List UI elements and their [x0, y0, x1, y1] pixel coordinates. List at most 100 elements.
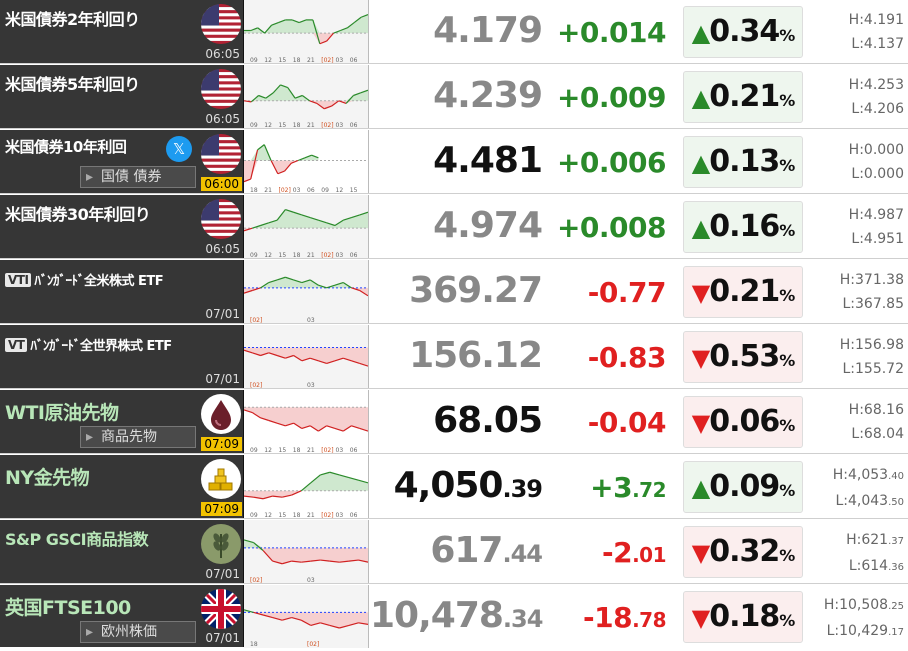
price: 4.239 — [433, 75, 543, 116]
change: +0.014 — [556, 16, 667, 49]
instrument-cell[interactable]: WTI原油先物 商品先物 07:09 — [0, 390, 244, 453]
market-row-us5y[interactable]: 米国債券5年利回り 06:05 09 12 15 18 21 [02] 03 06 4.239… — [0, 65, 908, 129]
market-row-ftse[interactable]: 英国FTSE100 欧州株価 07/01 18 [02] 10,478.34 -1… — [0, 585, 908, 648]
percent-value: 0.18 — [709, 599, 780, 634]
chart-axis-label: 06 — [350, 512, 358, 518]
instrument-name[interactable]: NY金先物 — [5, 463, 90, 490]
up-arrow-icon: ▲ — [691, 149, 710, 177]
chart-axis-label: 12 — [264, 122, 272, 128]
high-value: H:4.253 — [848, 77, 904, 93]
update-time: 07/01 — [205, 372, 240, 386]
oil-drop-icon — [201, 394, 241, 434]
market-row-us2y[interactable]: 米国債券2年利回り 06:05 09 12 15 18 21 [02] 03 06 4.179… — [0, 0, 908, 64]
instrument-cell[interactable]: 米国債券30年利回り 06:05 — [0, 195, 244, 258]
market-row-vti[interactable]: VTI ﾊﾞﾝｶﾞｰﾄﾞ全米株式 ETF 07/01 [02] 03 369.27 … — [0, 260, 908, 324]
instrument-name[interactable]: 米国債券10年利回 — [5, 136, 127, 157]
percent-change-box: ▼0.06% — [683, 396, 803, 448]
update-time: 06:05 — [205, 47, 240, 61]
percent-value: 0.16 — [709, 209, 780, 244]
percent-value: 0.34 — [709, 14, 780, 49]
chart-axis-label: 21 — [307, 512, 315, 518]
change: +0.006 — [556, 146, 667, 179]
instrument-cell[interactable]: VT ﾊﾞﾝｶﾞｰﾄﾞ全世界株式 ETF 07/01 — [0, 325, 244, 388]
instrument-name[interactable]: VTI ﾊﾞﾝｶﾞｰﾄﾞ全米株式 ETF — [5, 270, 164, 289]
sparkline-fill — [244, 287, 368, 296]
instrument-cell[interactable]: 米国債券5年利回り 06:05 — [0, 65, 244, 128]
percent-change-box: ▲0.34% — [683, 6, 803, 58]
high-value: H:68.16 — [848, 402, 904, 418]
high-value: H:4,053.40 — [832, 467, 904, 483]
chart-axis-label: 21 — [264, 187, 272, 193]
down-arrow-icon: ▼ — [691, 344, 710, 372]
up-arrow-icon: ▲ — [691, 474, 710, 502]
category-button[interactable]: 商品先物 — [80, 426, 196, 448]
sparkline-fill — [244, 539, 368, 548]
ticker-tag: VTI — [5, 273, 32, 287]
market-row-gsci[interactable]: S&P GSCI商品指数 07/01 [02] 03 617.44 -2.01 ▼… — [0, 520, 908, 584]
category-button[interactable]: 欧州株価 — [80, 621, 196, 643]
chart-axis-label: 03 — [293, 187, 301, 193]
high-low: H:4.191 L:4.137 — [849, 8, 904, 56]
instrument-cell[interactable]: 米国債券2年利回り 06:05 — [0, 0, 244, 63]
mini-chart[interactable]: 09 12 15 18 21 [02] 03 06 — [243, 195, 369, 259]
instrument-name[interactable]: 米国債券5年利回り — [5, 71, 140, 95]
mini-chart[interactable]: 09 12 15 18 21 [02] 03 06 — [243, 65, 369, 129]
low-value: L:4.951 — [851, 231, 904, 247]
instrument-name[interactable]: S&P GSCI商品指数 — [5, 526, 149, 550]
instrument-cell[interactable]: VTI ﾊﾞﾝｶﾞｰﾄﾞ全米株式 ETF 07/01 — [0, 260, 244, 323]
us-flag-icon — [201, 199, 241, 239]
chart-axis-label: 18 — [293, 512, 301, 518]
down-arrow-icon: ▼ — [691, 604, 710, 632]
mini-chart[interactable]: 18 [02] — [243, 585, 369, 648]
chart-axis-label: 15 — [279, 122, 287, 128]
market-row-gold[interactable]: NY金先物 07:09 09 12 15 18 21 [02] 03 06 4,050.39 … — [0, 455, 908, 519]
mini-chart[interactable]: 09 12 15 18 21 [02] 03 06 — [244, 0, 369, 64]
update-time: 07:09 — [201, 437, 242, 451]
chart-axis-label: 12 — [264, 252, 272, 258]
instrument-name[interactable]: 米国債券2年利回り — [5, 6, 140, 30]
mini-chart[interactable]: [02] 03 — [243, 520, 369, 584]
instrument-cell[interactable]: NY金先物 07:09 — [0, 455, 244, 518]
high-value: H:0.000 — [848, 142, 904, 158]
market-row-us10y[interactable]: 米国債券10年利回 𝕏 国債 債券 06:00 18 21 [02]03 06 09 12… — [0, 130, 908, 194]
low-value: L:4.206 — [851, 101, 904, 117]
percent-value: 0.21 — [709, 79, 780, 114]
instrument-name[interactable]: WTI原油先物 — [5, 398, 119, 425]
market-row-vt[interactable]: VT ﾊﾞﾝｶﾞｰﾄﾞ全世界株式 ETF 07/01 [02] 03 156.12 … — [0, 325, 908, 389]
x-share-icon[interactable]: 𝕏 — [166, 136, 192, 162]
sparkline-fill — [244, 100, 368, 109]
mini-chart[interactable]: [02] 03 — [243, 325, 369, 389]
mini-chart[interactable]: [02] 03 — [243, 260, 369, 324]
percent-value: 0.09 — [709, 469, 780, 504]
chart-axis-label: [02] — [307, 641, 319, 647]
chart-axis-label: 09 — [321, 187, 329, 193]
price: 4,050.39 — [393, 465, 543, 506]
sparkline-fill — [244, 160, 319, 182]
chart-axis-label: 21 — [307, 252, 315, 258]
change: -18.78 — [582, 601, 667, 634]
instrument-cell[interactable]: 英国FTSE100 欧州株価 07/01 — [0, 585, 244, 647]
instrument-cell[interactable]: 米国債券10年利回 𝕏 国債 債券 06:00 — [0, 130, 244, 193]
percent-value: 0.53 — [709, 339, 780, 374]
market-row-wti[interactable]: WTI原油先物 商品先物 07:09 09 12 15 18 21 [02]03 06 68… — [0, 390, 908, 454]
chart-axis-label: [02] — [321, 122, 333, 128]
price: 4.481 — [433, 140, 543, 181]
update-time: 07/01 — [205, 307, 240, 321]
sparkline-fill — [244, 472, 368, 491]
instrument-name[interactable]: 米国債券30年利回り — [5, 201, 151, 225]
instrument-name[interactable]: VT ﾊﾞﾝｶﾞｰﾄﾞ全世界株式 ETF — [5, 335, 172, 354]
chart-axis-label: [02] — [250, 382, 262, 388]
instrument-name[interactable]: 英国FTSE100 — [5, 593, 131, 620]
update-time: 07/01 — [205, 567, 240, 581]
category-button[interactable]: 国債 債券 — [80, 166, 196, 188]
mini-chart[interactable]: 18 21 [02] 03 06 09 12 15 — [243, 130, 369, 194]
mini-chart[interactable]: 09 12 15 18 21 [02] 03 06 — [243, 390, 369, 454]
high-value: H:371.38 — [839, 272, 904, 288]
sparkline-fill — [244, 33, 368, 44]
instrument-cell[interactable]: S&P GSCI商品指数 07/01 — [0, 520, 244, 583]
mini-chart[interactable]: 09 12 15 18 21 [02] 03 06 — [243, 455, 369, 519]
market-row-us30y[interactable]: 米国債券30年利回り 06:05 09 12 15 18 21 [02] 03 06 4.97… — [0, 195, 908, 259]
chart-axis-label: 06 — [307, 187, 315, 193]
chart-axis-label: 12 — [336, 187, 344, 193]
chart-axis-label: 06 — [350, 122, 358, 128]
